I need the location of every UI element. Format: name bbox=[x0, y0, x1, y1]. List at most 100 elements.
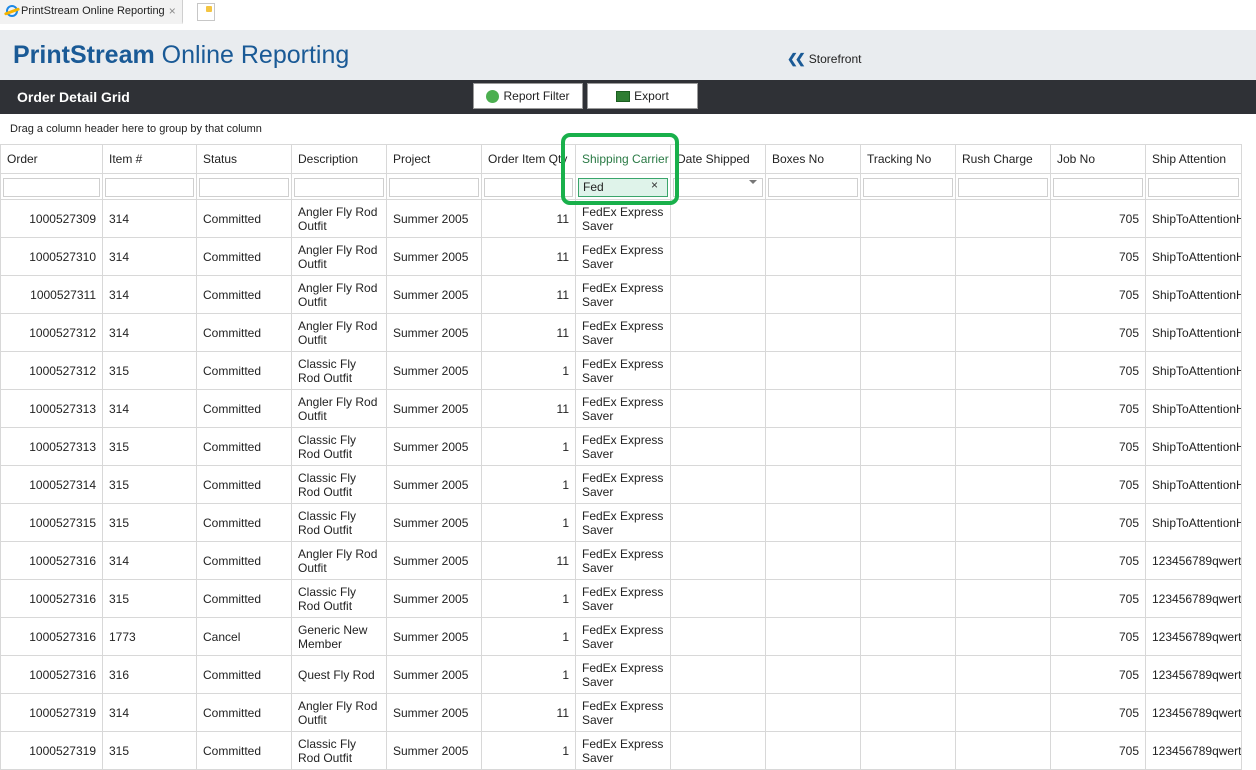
date-shipped-cell bbox=[670, 237, 766, 276]
ship-attention-cell: ShipToAttentionH bbox=[1145, 275, 1242, 314]
column-header-job-no[interactable]: Job No bbox=[1050, 144, 1146, 174]
storefront-link[interactable]: ❮❮ Storefront bbox=[787, 51, 862, 67]
tab-title: PrintStream Online Reporting bbox=[21, 5, 165, 17]
export-button[interactable]: Export bbox=[587, 83, 698, 109]
description-cell: Classic Fly Rod Outfit bbox=[291, 503, 387, 542]
table-row[interactable]: 1000527316 316 Committed Quest Fly Rod Summe… bbox=[0, 655, 1242, 694]
filter-tracking-input[interactable] bbox=[863, 178, 953, 197]
job-cell: 705 bbox=[1050, 579, 1146, 618]
filter-attention-input[interactable] bbox=[1148, 178, 1239, 197]
status-cell: Committed bbox=[196, 313, 292, 352]
carrier-cell: FedEx Express Saver bbox=[575, 275, 671, 314]
filter-item-input[interactable] bbox=[105, 178, 194, 197]
table-row[interactable]: 1000527313 314 Committed Angler Fly Rod Out… bbox=[0, 389, 1242, 428]
job-cell: 705 bbox=[1050, 465, 1146, 504]
report-filter-button[interactable]: Report Filter bbox=[473, 83, 583, 109]
project-cell: Summer 2005 bbox=[386, 465, 482, 504]
rush-charge-cell bbox=[955, 199, 1051, 238]
carrier-cell: FedEx Express Saver bbox=[575, 199, 671, 238]
table-row[interactable]: 1000527314 315 Committed Classic Fly Rod Ou… bbox=[0, 465, 1242, 504]
column-header-rush-charge[interactable]: Rush Charge bbox=[955, 144, 1051, 174]
column-header-description[interactable]: Description bbox=[291, 144, 387, 174]
job-cell: 705 bbox=[1050, 503, 1146, 542]
carrier-cell: FedEx Express Saver bbox=[575, 389, 671, 428]
table-row[interactable]: 1000527316 1773 Cancel Generic New Member Su… bbox=[0, 617, 1242, 656]
table-row[interactable]: 1000527319 315 Committed Classic Fly Rod Ou… bbox=[0, 731, 1242, 770]
item-cell: 315 bbox=[102, 351, 197, 390]
tracking-cell bbox=[860, 503, 956, 542]
order-cell: 1000527315 bbox=[0, 503, 103, 542]
column-header-project[interactable]: Project bbox=[386, 144, 482, 174]
order-cell: 1000527309 bbox=[0, 199, 103, 238]
status-cell: Committed bbox=[196, 579, 292, 618]
table-row[interactable]: 1000527312 315 Committed Classic Fly Rod Ou… bbox=[0, 351, 1242, 390]
table-row[interactable]: 1000527309 314 Committed Angler Fly Rod Out… bbox=[0, 199, 1242, 238]
column-header-boxes-no[interactable]: Boxes No bbox=[765, 144, 861, 174]
job-cell: 705 bbox=[1050, 275, 1146, 314]
excel-icon bbox=[616, 90, 631, 102]
filter-job-input[interactable] bbox=[1053, 178, 1143, 197]
status-cell: Committed bbox=[196, 199, 292, 238]
filter-boxes-input[interactable] bbox=[768, 178, 858, 197]
status-cell: Committed bbox=[196, 389, 292, 428]
rush-charge-cell bbox=[955, 693, 1051, 732]
job-cell: 705 bbox=[1050, 389, 1146, 428]
status-cell: Cancel bbox=[196, 617, 292, 656]
close-icon[interactable]: × bbox=[169, 4, 176, 18]
project-cell: Summer 2005 bbox=[386, 199, 482, 238]
order-detail-grid: Order Item # Status Description Project … bbox=[0, 144, 1256, 770]
table-row[interactable]: 1000527310 314 Committed Angler Fly Rod Out… bbox=[0, 237, 1242, 276]
project-cell: Summer 2005 bbox=[386, 655, 482, 694]
carrier-cell: FedEx Express Saver bbox=[575, 237, 671, 276]
boxes-cell bbox=[765, 313, 861, 352]
tracking-cell bbox=[860, 617, 956, 656]
table-row[interactable]: 1000527313 315 Committed Classic Fly Rod Ou… bbox=[0, 427, 1242, 466]
filter-rush-input[interactable] bbox=[958, 178, 1048, 197]
column-header-order-item-qty[interactable]: Order Item Qty bbox=[481, 144, 576, 174]
group-by-hint[interactable]: Drag a column header here to group by th… bbox=[10, 123, 262, 135]
clear-filter-icon[interactable]: × bbox=[651, 178, 658, 192]
tracking-cell bbox=[860, 275, 956, 314]
description-cell: Classic Fly Rod Outfit bbox=[291, 427, 387, 466]
table-row[interactable]: 1000527315 315 Committed Classic Fly Rod Ou… bbox=[0, 503, 1242, 542]
filter-order-input[interactable] bbox=[3, 178, 100, 197]
app-title-rest: Online Reporting bbox=[154, 41, 350, 69]
filter-project-input[interactable] bbox=[389, 178, 479, 197]
description-cell: Classic Fly Rod Outfit bbox=[291, 579, 387, 618]
column-header-order[interactable]: Order bbox=[0, 144, 103, 174]
order-cell: 1000527310 bbox=[0, 237, 103, 276]
column-header-shipping-carrier[interactable]: Shipping Carrier bbox=[575, 144, 671, 174]
item-cell: 316 bbox=[102, 655, 197, 694]
table-row[interactable]: 1000527312 314 Committed Angler Fly Rod Out… bbox=[0, 313, 1242, 352]
tracking-cell bbox=[860, 579, 956, 618]
item-cell: 315 bbox=[102, 503, 197, 542]
carrier-cell: FedEx Express Saver bbox=[575, 503, 671, 542]
job-cell: 705 bbox=[1050, 427, 1146, 466]
date-shipped-cell bbox=[670, 275, 766, 314]
filter-status-input[interactable] bbox=[199, 178, 289, 197]
qty-cell: 11 bbox=[481, 389, 576, 428]
column-header-item[interactable]: Item # bbox=[102, 144, 197, 174]
boxes-cell bbox=[765, 351, 861, 390]
column-header-date-shipped[interactable]: Date Shipped bbox=[670, 144, 766, 174]
grid-body: 1000527309 314 Committed Angler Fly Rod Out… bbox=[0, 199, 1242, 770]
column-header-tracking-no[interactable]: Tracking No bbox=[860, 144, 956, 174]
column-header-ship-attention[interactable]: Ship Attention bbox=[1145, 144, 1242, 174]
status-cell: Committed bbox=[196, 427, 292, 466]
table-row[interactable]: 1000527311 314 Committed Angler Fly Rod Out… bbox=[0, 275, 1242, 314]
filter-description-input[interactable] bbox=[294, 178, 384, 197]
filter-qty-input[interactable] bbox=[484, 178, 573, 197]
app-header: PrintStream Online Reporting ❮❮ Storefro… bbox=[0, 30, 1256, 80]
new-tab-icon[interactable] bbox=[197, 3, 215, 21]
boxes-cell bbox=[765, 731, 861, 770]
column-header-status[interactable]: Status bbox=[196, 144, 292, 174]
table-row[interactable]: 1000527316 314 Committed Angler Fly Rod Out… bbox=[0, 541, 1242, 580]
order-cell: 1000527316 bbox=[0, 617, 103, 656]
chevron-down-icon[interactable] bbox=[749, 180, 757, 184]
tracking-cell bbox=[860, 693, 956, 732]
table-row[interactable]: 1000527319 314 Committed Angler Fly Rod Out… bbox=[0, 693, 1242, 732]
description-cell: Generic New Member bbox=[291, 617, 387, 656]
table-row[interactable]: 1000527316 315 Committed Classic Fly Rod Ou… bbox=[0, 579, 1242, 618]
item-cell: 314 bbox=[102, 541, 197, 580]
browser-tab[interactable]: PrintStream Online Reporting × bbox=[0, 0, 183, 24]
